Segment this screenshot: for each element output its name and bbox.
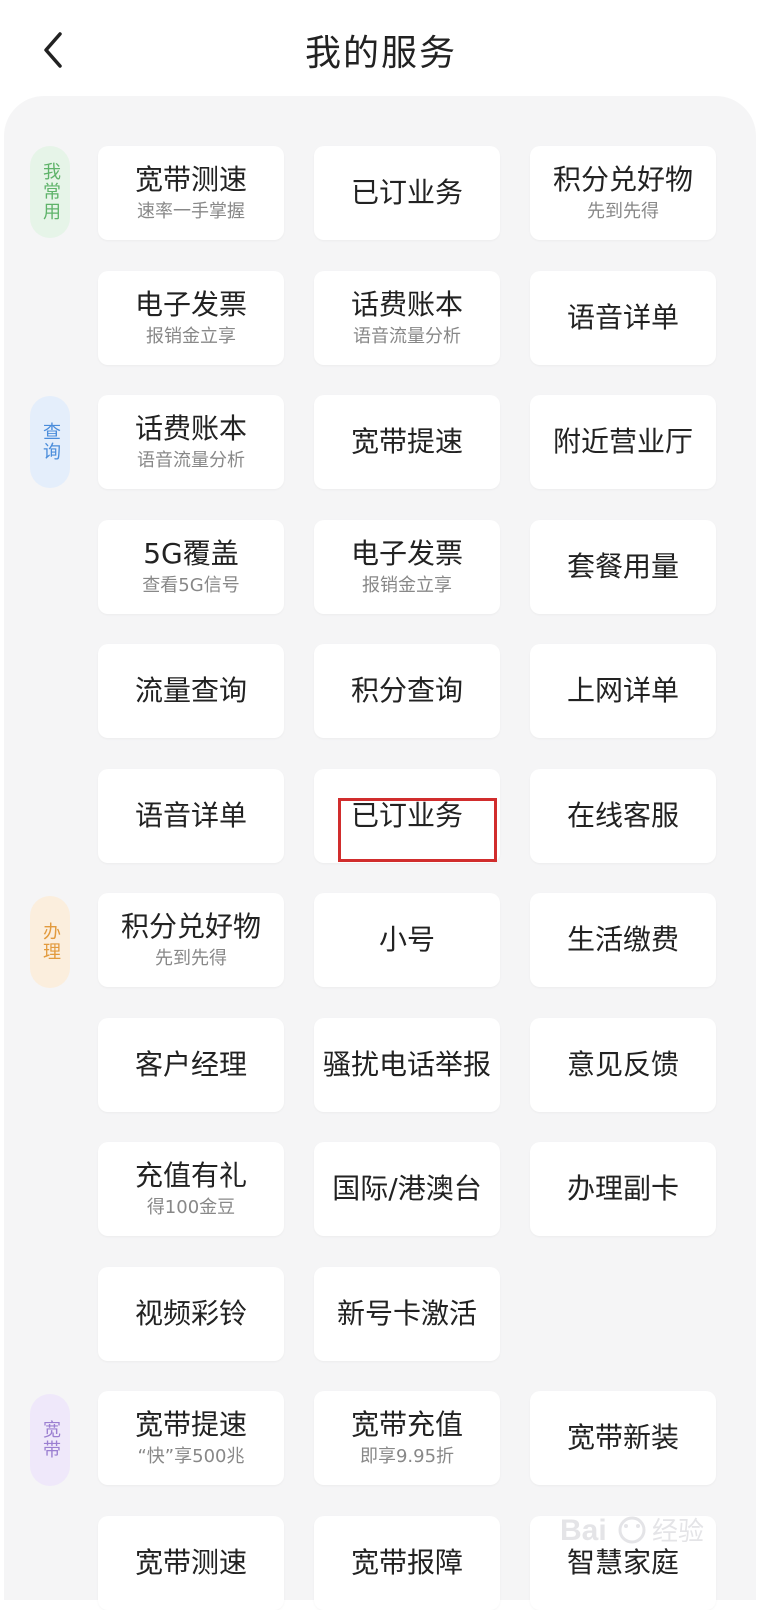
service-card[interactable]: 语音详单 [530,271,716,365]
service-card[interactable]: 小号 [314,893,500,987]
service-card-name: 骚扰电话举报 [322,1048,491,1081]
service-card[interactable]: 话费账本语音流量分析 [314,271,500,365]
service-card-subtitle: 先到先得 [587,201,659,222]
service-card-name: 附近营业厅 [552,425,693,458]
service-card-name: 客户经理 [134,1048,247,1081]
service-card-subtitle: “快”享500兆 [137,1446,245,1467]
service-card[interactable]: 电子发票 报销金立享 [98,271,284,365]
svg-text:Bai: Bai [560,1514,607,1547]
service-card-name: 宽带测速 [134,163,247,196]
service-card[interactable]: 国际/港澳台 [314,1142,500,1236]
category-handle[interactable]: 办理 [30,896,70,988]
service-card-subtitle: 先到先得 [155,948,227,969]
service-card-name: 话费账本 [134,412,247,445]
category-frequent[interactable]: 我常用 [30,146,70,238]
service-card[interactable]: 宽带提速 [314,395,500,489]
baidu-jingyan-watermark: Bai 经验 [560,1500,760,1560]
category-label: 查询 [40,422,61,462]
service-card[interactable]: 宽带报障 [314,1516,500,1610]
svg-text:经验: 经验 [652,1516,704,1546]
service-card-name: 宽带测速 [134,1546,247,1579]
service-card[interactable]: 已订业务 [314,769,500,863]
category-label: 宽带 [40,1420,61,1460]
service-card-name: 国际/港澳台 [332,1172,482,1205]
service-card-name: 积分兑好物 [120,910,261,943]
service-card[interactable]: 办理副卡 [530,1142,716,1236]
service-card[interactable]: 积分兑好物 先到先得 [98,893,284,987]
service-card-subtitle: 语音流量分析 [353,326,461,347]
service-card[interactable]: 话费账本语音流量分析 [98,395,284,489]
service-card[interactable]: 宽带提速 “快”享500兆 [98,1391,284,1485]
service-card-name: 话费账本 [350,288,463,321]
service-card[interactable]: 已订业务 [314,146,500,240]
service-card[interactable]: 语音详单 [98,769,284,863]
service-card-subtitle: 语音流量分析 [137,450,245,471]
service-card-name: 视频彩铃 [134,1297,247,1330]
service-card[interactable]: 宽带充值即享9.95折 [314,1391,500,1485]
service-card-subtitle: 即享9.95折 [359,1446,455,1467]
service-card[interactable]: 意见反馈 [530,1018,716,1112]
service-card[interactable]: 在线客服 [530,769,716,863]
category-label: 办理 [40,922,61,962]
service-card[interactable]: 宽带新装 [530,1391,716,1485]
service-card-name: 意见反馈 [566,1048,679,1081]
service-card[interactable]: 附近营业厅 [530,395,716,489]
service-card[interactable]: 套餐用量 [530,520,716,614]
service-card-name: 电子发票 [134,288,247,321]
service-card[interactable]: 积分查询 [314,644,500,738]
service-card[interactable]: 流量查询 [98,644,284,738]
service-card[interactable]: 宽带测速速率一手掌握 [98,146,284,240]
service-card[interactable]: 新号卡激活 [314,1267,500,1361]
service-card-subtitle: 报销金立享 [146,326,236,347]
service-card-name: 宽带新装 [566,1421,679,1454]
service-card[interactable]: 充值有礼得100金豆 [98,1142,284,1236]
service-card-name: 电子发票 [350,537,463,570]
service-card-subtitle: 报销金立享 [362,575,452,596]
service-card-name: 语音详单 [566,301,679,334]
service-card[interactable]: 生活缴费 [530,893,716,987]
service-card-name: 宽带提速 [134,1408,247,1441]
service-card[interactable]: 骚扰电话举报 [314,1018,500,1112]
service-card-name: 积分查询 [350,674,463,707]
service-card-subtitle: 速率一手掌握 [137,201,245,222]
service-card-name: 5G覆盖 [143,537,239,570]
service-card-name: 套餐用量 [566,550,679,583]
page-title: 我的服务 [304,33,457,74]
service-card[interactable]: 电子发票 报销金立享 [314,520,500,614]
service-card[interactable]: 积分兑好物 先到先得 [530,146,716,240]
service-card-subtitle: 查看5G信号 [142,575,240,596]
service-card-name: 宽带报障 [350,1546,463,1579]
header-bar: 我的服务 [0,0,762,100]
service-card[interactable]: 客户经理 [98,1018,284,1112]
service-card-name: 宽带提速 [350,425,463,458]
service-card-name: 办理副卡 [566,1172,679,1205]
service-card[interactable]: 宽带测速 [98,1516,284,1610]
service-card-name: 积分兑好物 [552,163,693,196]
service-card-name: 上网详单 [566,674,679,707]
service-card-name: 流量查询 [134,674,247,707]
service-card-name: 已订业务 [350,176,463,209]
service-card-name: 已订业务 [350,799,463,832]
service-card[interactable]: 上网详单 [530,644,716,738]
service-card-name: 生活缴费 [566,923,679,956]
service-card-name: 语音详单 [134,799,247,832]
service-card-name: 在线客服 [566,799,679,832]
category-broadband[interactable]: 宽带 [30,1394,70,1486]
service-card-name: 新号卡激活 [336,1297,477,1330]
category-query[interactable]: 查询 [30,396,70,488]
service-card[interactable]: 视频彩铃 [98,1267,284,1361]
service-card-name: 宽带充值 [350,1408,463,1441]
service-card-subtitle: 得100金豆 [146,1197,236,1218]
category-label: 我常用 [40,162,61,222]
service-card-name: 充值有礼 [134,1159,247,1192]
service-card[interactable]: 5G覆盖查看5G信号 [98,520,284,614]
service-card-name: 小号 [378,923,435,956]
